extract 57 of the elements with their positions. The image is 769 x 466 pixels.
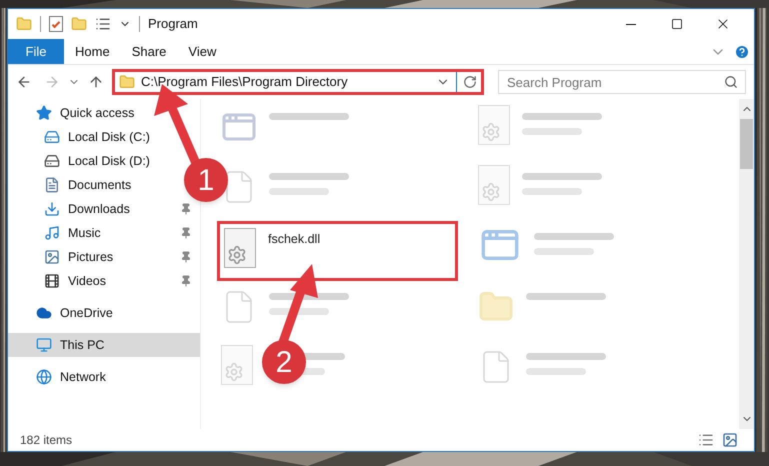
cloud-icon [36, 305, 52, 321]
file-tab[interactable]: File [8, 39, 64, 64]
file-name[interactable]: fschek.dll [268, 228, 320, 249]
blurred-label [526, 368, 586, 375]
properties-icon[interactable] [49, 16, 63, 32]
ribbon-tab[interactable]: Home [64, 39, 121, 64]
film-icon [44, 273, 60, 289]
nav-item[interactable]: Quick access [36, 104, 134, 122]
scroll-thumb[interactable] [740, 119, 753, 169]
blurred-label [522, 128, 582, 135]
refresh-icon[interactable] [463, 75, 477, 89]
pin-icon[interactable] [180, 203, 192, 215]
list-icon[interactable] [95, 16, 111, 32]
nav-item[interactable]: OneDrive [36, 304, 113, 322]
blurred-label [269, 188, 329, 195]
details-view-icon[interactable] [698, 432, 714, 448]
document-icon [44, 177, 60, 193]
blurred-label [534, 248, 594, 255]
maximize-icon [671, 18, 683, 30]
back-icon[interactable] [16, 74, 32, 90]
gear-file-icon [221, 345, 253, 385]
nav-item[interactable]: Local Disk (D:) [44, 152, 150, 170]
nav-item[interactable]: Network [36, 368, 106, 386]
up-icon[interactable] [88, 74, 104, 90]
nav-item[interactable]: Videos [44, 272, 106, 290]
item-count: 182 items [20, 432, 72, 449]
monitor-icon [36, 337, 52, 353]
pin-icon[interactable] [180, 275, 192, 287]
pin-icon[interactable] [180, 251, 192, 263]
picture-icon [44, 249, 60, 265]
nav-item[interactable]: Music [44, 224, 101, 242]
nav-item[interactable]: Pictures [44, 248, 114, 266]
ribbon-tab[interactable]: Share [120, 39, 178, 64]
address-bar[interactable]: C:\Program Files\Program Directory [112, 69, 484, 95]
gear-file-icon [224, 228, 256, 268]
music-note-icon [44, 225, 60, 241]
gear-file-icon [478, 105, 510, 145]
scrollbar[interactable] [739, 99, 754, 429]
drive-icon [44, 153, 60, 169]
window-title: Program [148, 15, 198, 34]
tiles-view-icon[interactable] [722, 432, 738, 448]
nav-item[interactable]: Local Disk (C:) [44, 128, 150, 146]
pin-icon[interactable] [180, 227, 192, 239]
ribbon-tab[interactable]: View [177, 39, 228, 64]
blurred-label [522, 188, 582, 195]
highlighted-file-tile[interactable]: fschek.dll [217, 221, 458, 281]
search-field[interactable]: Search Program [498, 70, 746, 94]
gear-file-icon [478, 165, 510, 205]
globe-icon [36, 369, 52, 385]
drive-icon [44, 129, 60, 145]
folder-icon [119, 74, 135, 90]
nav-item[interactable]: Downloads [44, 200, 130, 218]
download-icon [44, 201, 60, 217]
help-icon[interactable] [734, 44, 750, 60]
star-icon [36, 105, 52, 121]
nav-item[interactable]: Documents [44, 176, 132, 194]
search-icon[interactable] [724, 75, 738, 89]
